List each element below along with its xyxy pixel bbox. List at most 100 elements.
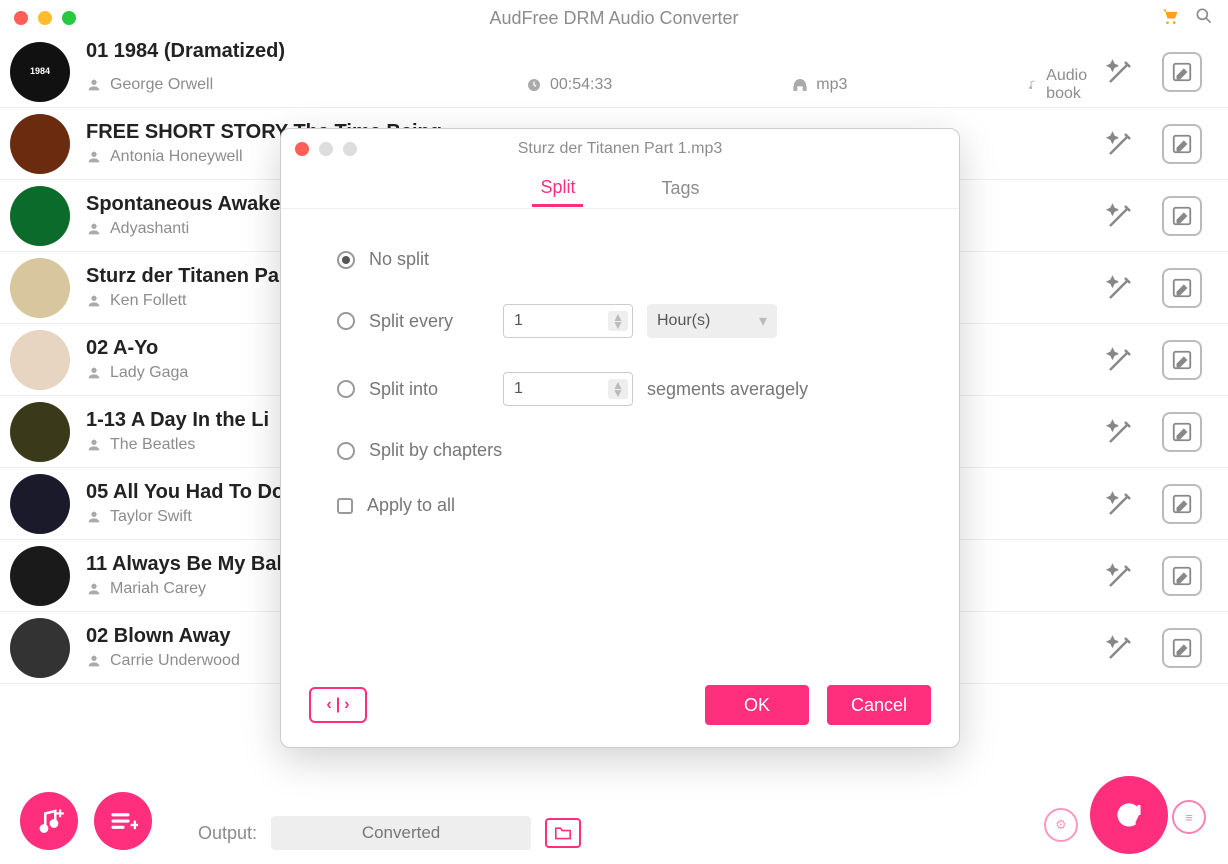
track-type: Audio book (1046, 67, 1100, 103)
effects-button[interactable] (1100, 268, 1140, 308)
edit-button[interactable] (1162, 268, 1202, 308)
dialog-tabs: Split Tags (281, 169, 959, 209)
person-icon (86, 221, 102, 237)
window-titlebar: AudFree DRM Audio Converter (0, 0, 1228, 36)
stepper-arrows-icon[interactable]: ▲▼ (608, 311, 628, 332)
edit-button[interactable] (1162, 412, 1202, 452)
minimize-window-button[interactable] (38, 11, 52, 25)
stepper-arrows-icon[interactable]: ▲▼ (608, 379, 628, 400)
dialog-close-button[interactable] (295, 142, 309, 156)
track-row[interactable]: 1984 01 1984 (Dramatized) George Orwell … (0, 36, 1228, 108)
effects-button[interactable] (1100, 196, 1140, 236)
track-artist: Carrie Underwood (110, 652, 240, 670)
option-no-split[interactable]: No split (337, 249, 903, 270)
option-split-into[interactable]: Split into 1 ▲▼ segments averagely (337, 372, 903, 406)
track-title: 01 1984 (Dramatized) (86, 40, 1100, 63)
split-into-value-input[interactable]: 1 ▲▼ (503, 372, 633, 406)
album-cover: 1984 (10, 42, 70, 102)
edit-button[interactable] (1162, 628, 1202, 668)
dialog-maximize-button (343, 142, 357, 156)
output-path-field[interactable]: Converted (271, 816, 531, 850)
add-music-button[interactable]: + (20, 792, 78, 850)
track-artist: Antonia Honeywell (110, 148, 243, 166)
track-artist: Lady Gaga (110, 364, 188, 382)
edit-button[interactable] (1162, 196, 1202, 236)
chevron-right-icon: › (344, 696, 349, 714)
tab-tags[interactable]: Tags (653, 172, 707, 205)
option-split-every[interactable]: Split every 1 ▲▼ Hour(s) ▾ (337, 304, 903, 338)
output-label: Output: (198, 823, 257, 844)
track-artist: Adyashanti (110, 220, 189, 238)
radio-icon (337, 442, 355, 460)
browse-folder-button[interactable] (545, 818, 581, 848)
effects-button[interactable] (1100, 412, 1140, 452)
track-artist: Ken Follett (110, 292, 186, 310)
track-duration: 00:54:33 (550, 76, 612, 94)
track-artist: The Beatles (110, 436, 195, 454)
radio-icon (337, 380, 355, 398)
cancel-button[interactable]: Cancel (827, 685, 931, 725)
cart-icon[interactable] (1160, 6, 1180, 31)
headphones-icon (792, 77, 808, 93)
album-cover (10, 330, 70, 390)
note-icon (1027, 77, 1038, 93)
split-dialog: Sturz der Titanen Part 1.mp3 Split Tags … (280, 128, 960, 748)
bottom-toolbar: + + Output: Converted ⚙ ≡ (0, 774, 1228, 864)
effects-button[interactable] (1100, 124, 1140, 164)
person-icon (86, 437, 102, 453)
prev-next-button[interactable]: ‹ | › (309, 687, 367, 723)
effects-button[interactable] (1100, 628, 1140, 668)
person-icon (86, 293, 102, 309)
effects-button[interactable] (1100, 340, 1140, 380)
clock-icon (526, 77, 542, 93)
maximize-window-button[interactable] (62, 11, 76, 25)
album-cover (10, 258, 70, 318)
checkbox-icon (337, 498, 353, 514)
effects-button[interactable] (1100, 556, 1140, 596)
dialog-title: Sturz der Titanen Part 1.mp3 (281, 140, 959, 158)
person-icon (86, 581, 102, 597)
svg-text:+: + (57, 806, 64, 820)
split-every-unit-select[interactable]: Hour(s) ▾ (647, 304, 777, 338)
dialog-minimize-button (319, 142, 333, 156)
radio-icon (337, 251, 355, 269)
close-window-button[interactable] (14, 11, 28, 25)
person-icon (86, 509, 102, 525)
album-cover (10, 114, 70, 174)
album-cover (10, 474, 70, 534)
settings-button[interactable]: ≡ (1172, 800, 1206, 834)
tab-split[interactable]: Split (532, 171, 583, 207)
album-cover (10, 546, 70, 606)
person-icon (86, 653, 102, 669)
convert-button[interactable] (1090, 776, 1168, 854)
person-icon (86, 77, 102, 93)
option-split-chapters[interactable]: Split by chapters (337, 440, 903, 461)
track-artist: George Orwell (110, 76, 213, 94)
radio-icon (337, 312, 355, 330)
edit-button[interactable] (1162, 484, 1202, 524)
preferences-button[interactable]: ⚙ (1044, 808, 1078, 842)
app-title: AudFree DRM Audio Converter (0, 8, 1228, 29)
edit-button[interactable] (1162, 52, 1202, 92)
person-icon (86, 365, 102, 381)
ok-button[interactable]: OK (705, 685, 809, 725)
album-cover (10, 186, 70, 246)
add-list-button[interactable]: + (94, 792, 152, 850)
effects-button[interactable] (1100, 52, 1140, 92)
edit-button[interactable] (1162, 124, 1202, 164)
effects-button[interactable] (1100, 484, 1140, 524)
album-cover (10, 618, 70, 678)
svg-text:+: + (131, 817, 139, 834)
search-icon[interactable] (1194, 6, 1214, 31)
album-cover (10, 402, 70, 462)
edit-button[interactable] (1162, 340, 1202, 380)
track-format: mp3 (816, 76, 847, 94)
track-artist: Taylor Swift (110, 508, 192, 526)
person-icon (86, 149, 102, 165)
option-apply-all[interactable]: Apply to all (337, 495, 903, 516)
edit-button[interactable] (1162, 556, 1202, 596)
chevron-down-icon: ▾ (759, 311, 767, 331)
window-controls (0, 11, 76, 25)
split-every-value-input[interactable]: 1 ▲▼ (503, 304, 633, 338)
track-artist: Mariah Carey (110, 580, 206, 598)
